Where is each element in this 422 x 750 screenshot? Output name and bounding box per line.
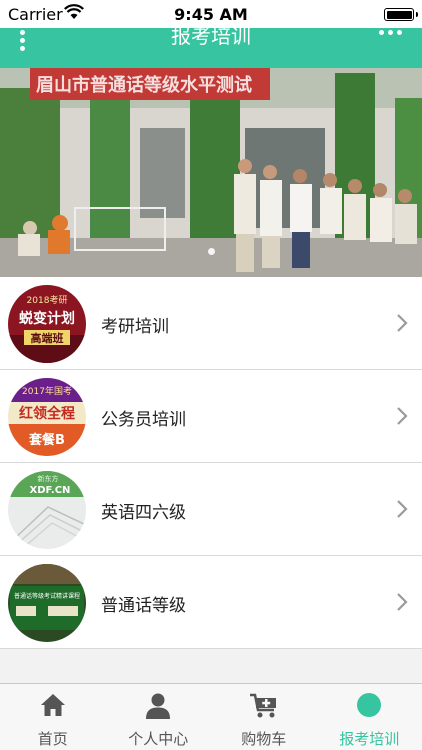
training-list: 2018考研 蜕变计划 高端班 考研培训 2017年国考 红领全程 套餐B 公务… [0,277,422,649]
list-item-cet[interactable]: 新东方 XDF.CN 英语四六级 [0,463,422,556]
kaoyan-thumb-line-2: 蜕变计划 [19,310,75,327]
page-title: 报考培训 [171,24,251,48]
nav-bar: 报考培训 [0,24,422,68]
cart-icon [249,692,279,724]
list-item-putonghua[interactable]: 普通话等级考试精讲课程 普通话等级 [0,556,422,649]
carousel-indicator[interactable] [0,240,422,259]
home-icon [39,692,67,722]
putonghua-thumbnail: 普通话等级考试精讲课程 [8,564,86,642]
tab-label: 报考培训 [339,730,400,748]
tab-bar: 首页 个人中心 购物车 报考培训 [0,683,422,750]
tab-exam-training[interactable]: 报考培训 [317,684,422,750]
tab-label: 购物车 [241,730,287,748]
cet-thumb-line-1: 新东方 [38,474,59,483]
tab-label: 个人中心 [128,730,189,748]
more-horizontal-icon[interactable] [379,30,402,35]
list-item-kaoyan[interactable]: 2018考研 蜕变计划 高端班 考研培训 [0,277,422,370]
list-item-label: 英语四六级 [101,503,186,523]
tab-cart[interactable]: 购物车 [211,684,317,750]
list-item-label: 考研培训 [101,317,169,337]
kaoyan-thumb-line-3: 高端班 [31,331,64,345]
kaoyan-thumbnail: 2018考研 蜕变计划 高端班 [8,285,86,363]
list-item-label: 普通话等级 [101,596,186,616]
chevron-right-icon [396,592,408,616]
kaoyan-thumb-line-1: 2018考研 [27,295,68,306]
chevron-right-icon [396,499,408,523]
cet-thumb-line-2: XDF.CN [30,485,71,496]
list-item-label: 公务员培训 [101,410,186,430]
banner-sign-text: 眉山市普通话等级水平测试 [36,74,252,96]
gongwuyuan-thumbnail: 2017年国考 红领全程 套餐B [8,378,86,456]
banner-carousel[interactable]: 眉山市普通话等级水平测试 [0,68,422,277]
tab-home[interactable]: 首页 [0,684,106,750]
chevron-right-icon [396,313,408,337]
cet-thumbnail: 新东方 XDF.CN [8,471,86,549]
gongwuyuan-thumb-line-2: 红领全程 [19,405,75,422]
list-item-gongwuyuan[interactable]: 2017年国考 红领全程 套餐B 公务员培训 [0,370,422,463]
chevron-right-icon [396,406,408,430]
person-icon [145,692,171,724]
gongwuyuan-thumb-line-3: 套餐B [28,432,65,448]
tab-profile[interactable]: 个人中心 [106,684,212,750]
putonghua-thumb-line-1: 普通话等级考试精讲课程 [14,592,80,600]
dot-icon [356,692,382,722]
gongwuyuan-thumb-line-1: 2017年国考 [22,385,72,397]
tab-label: 首页 [37,730,68,748]
